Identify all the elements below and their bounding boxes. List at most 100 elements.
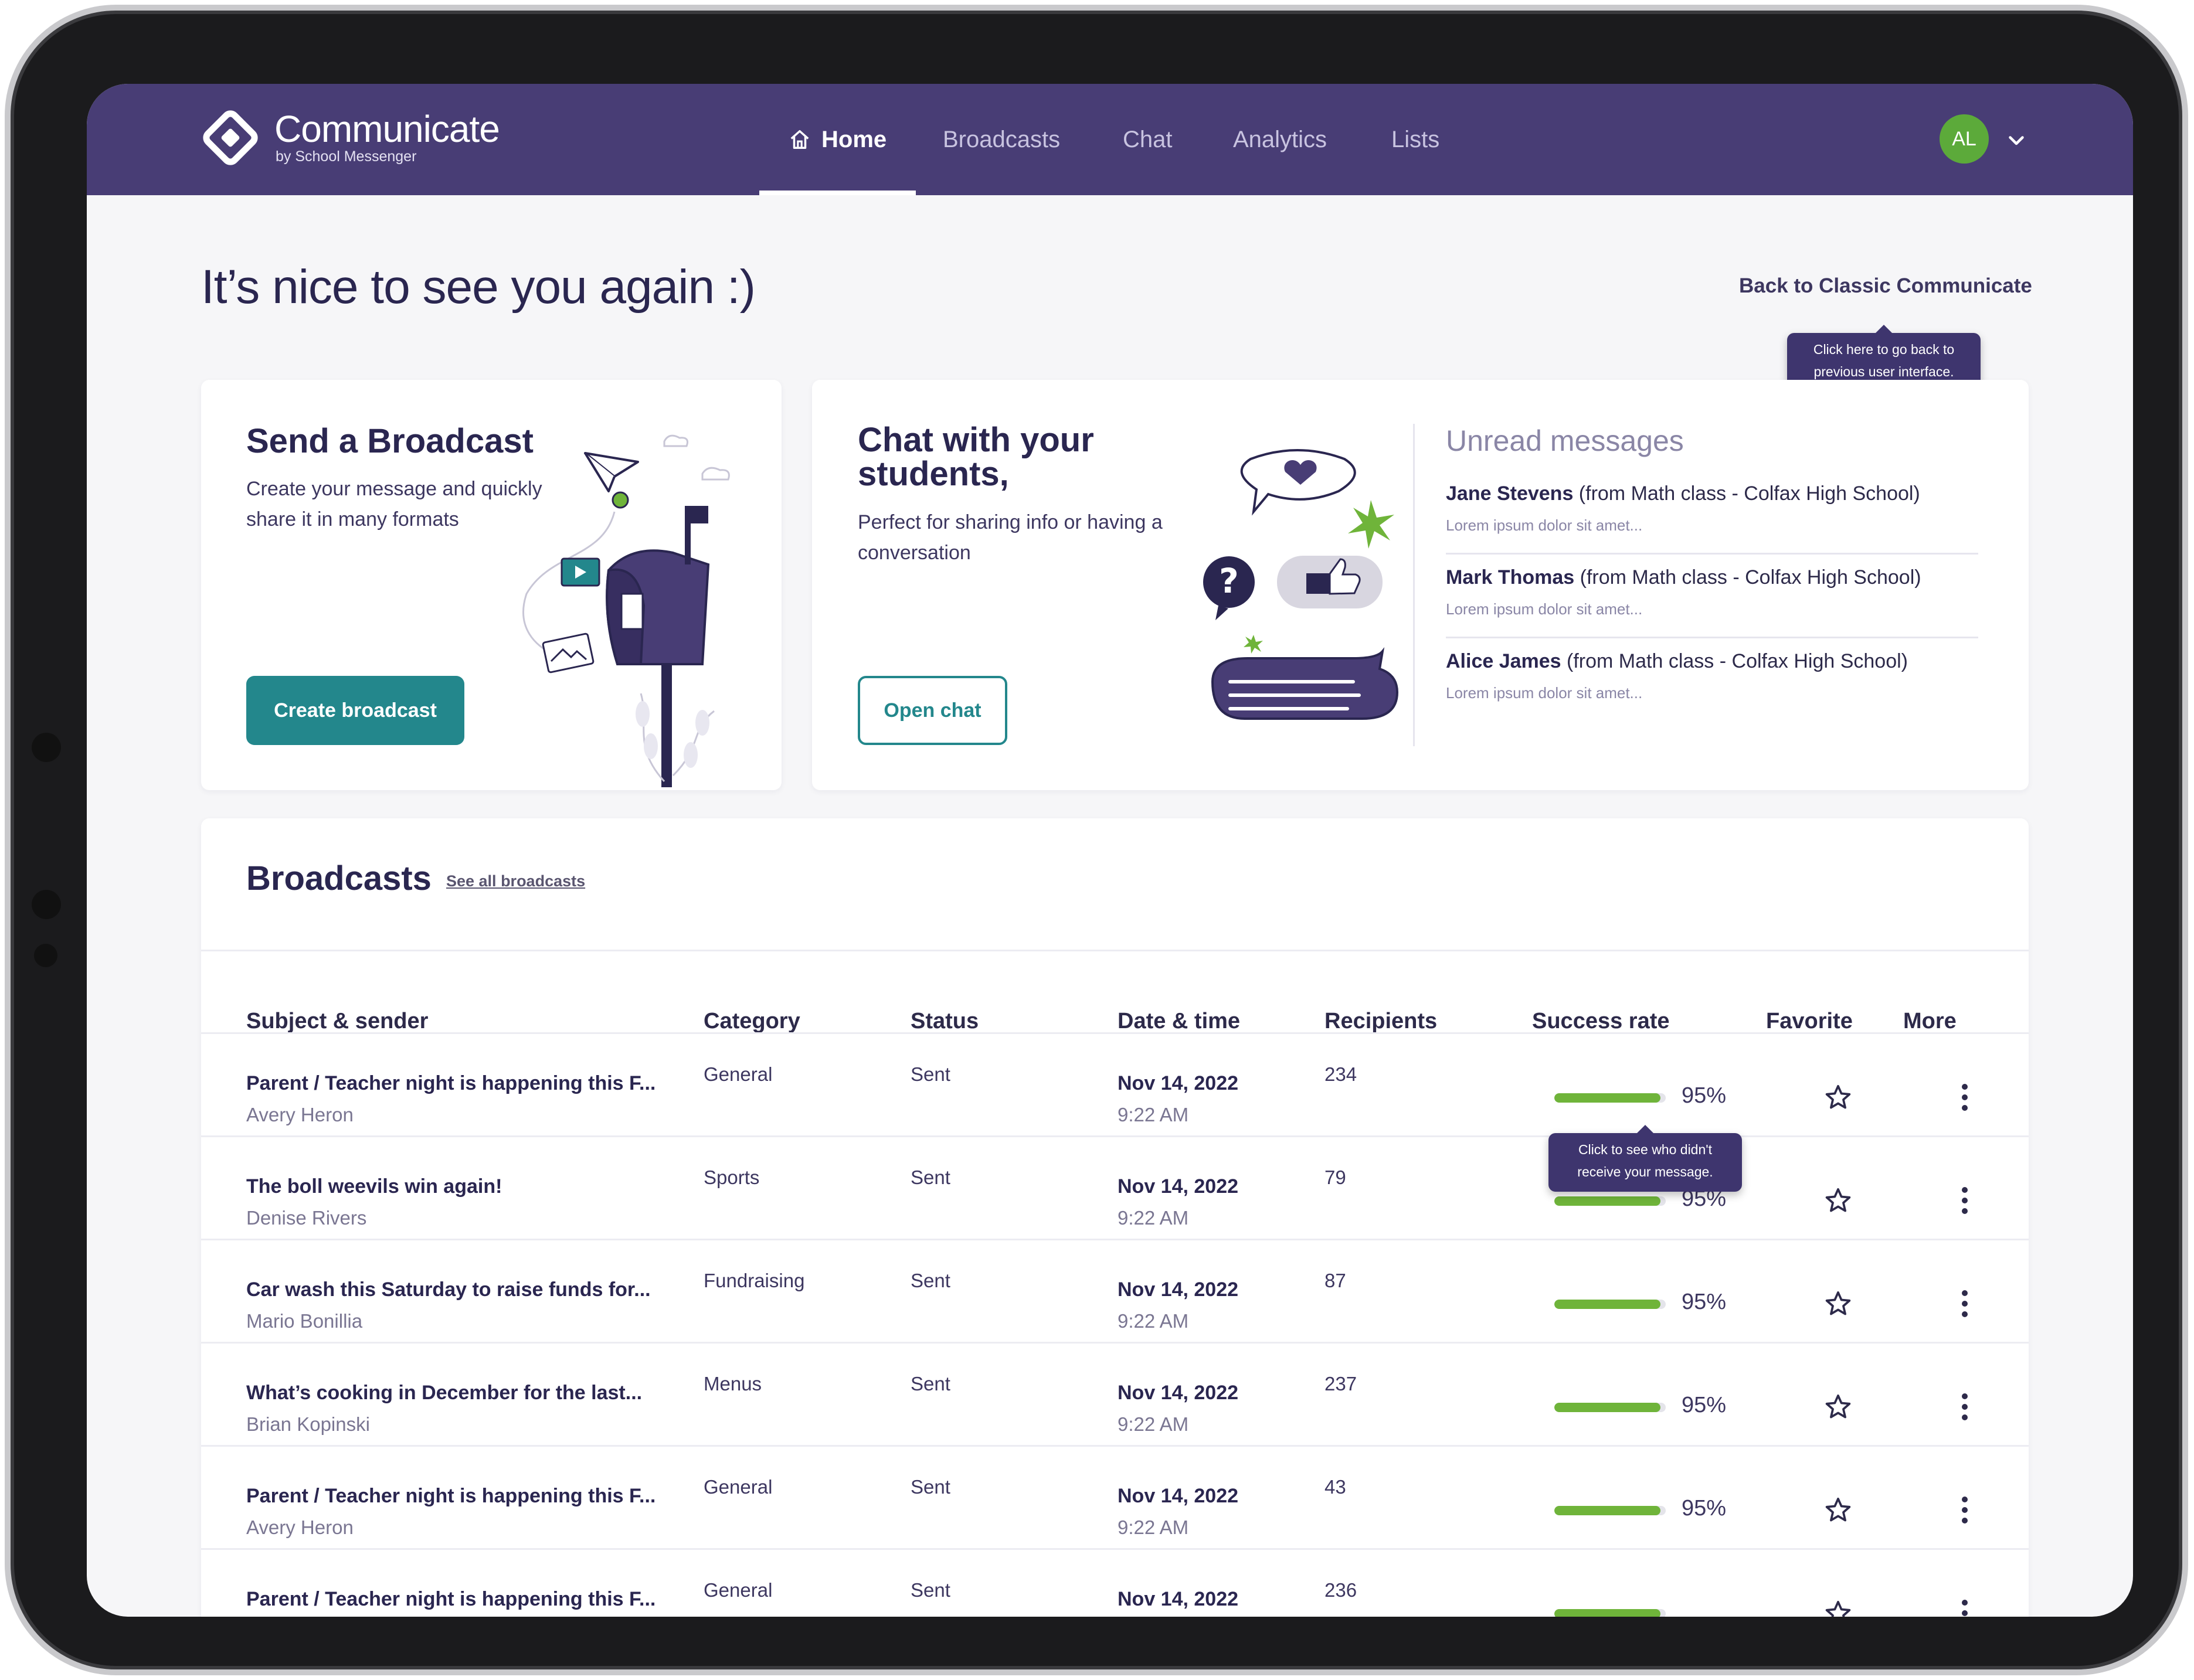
- col-recipients[interactable]: Recipients: [1324, 1009, 1437, 1034]
- row-date: Nov 14, 2022: [1118, 1278, 1239, 1301]
- row-status: Sent: [911, 1063, 950, 1085]
- nav-analytics[interactable]: Analytics: [1233, 122, 1327, 157]
- favorite-star-icon[interactable]: [1823, 1599, 1853, 1617]
- more-options-icon[interactable]: [1961, 1392, 1969, 1421]
- open-chat-button[interactable]: Open chat: [858, 676, 1007, 745]
- success-rate-bar[interactable]: [1554, 1093, 1666, 1103]
- success-rate-bar[interactable]: [1554, 1403, 1666, 1412]
- success-rate-bar[interactable]: [1554, 1300, 1666, 1309]
- more-options-icon[interactable]: [1961, 1599, 1969, 1617]
- chat-card-desc-1: Perfect for sharing info or having a: [858, 511, 1163, 533]
- message-source: (from Math class - Colfax High School): [1561, 650, 1908, 672]
- success-rate-fill: [1554, 1300, 1660, 1309]
- nav-home[interactable]: Home: [789, 122, 887, 157]
- favorite-star-icon[interactable]: [1823, 1289, 1853, 1318]
- nav-chat[interactable]: Chat: [1123, 122, 1173, 157]
- unread-message-item[interactable]: Mark Thomas (from Math class - Colfax Hi…: [1446, 566, 1921, 589]
- chat-bubbles-illustration-icon: ?: [1203, 449, 1399, 720]
- row-success-rate[interactable]: 95%: [1682, 1393, 1726, 1418]
- see-all-broadcasts-link[interactable]: See all broadcasts: [446, 872, 585, 890]
- row-category: General: [704, 1063, 773, 1085]
- app-screen: Communicate by School Messenger Home Bro…: [87, 84, 2133, 1617]
- more-options-icon[interactable]: [1961, 1083, 1969, 1112]
- user-avatar[interactable]: AL: [1940, 114, 1989, 164]
- row-time: 9:22 AM: [1118, 1413, 1189, 1435]
- row-subject[interactable]: Parent / Teacher night is happening this…: [246, 1485, 656, 1508]
- favorite-star-icon[interactable]: [1823, 1083, 1853, 1112]
- table-row-separator: [201, 1342, 2029, 1344]
- success-rate-bar[interactable]: [1554, 1196, 1666, 1206]
- success-rate-fill: [1554, 1506, 1660, 1515]
- message-source: (from Math class - Colfax High School): [1574, 566, 1921, 589]
- back-to-classic-link[interactable]: Back to Classic Communicate: [1739, 274, 2032, 298]
- col-status[interactable]: Status: [911, 1009, 979, 1034]
- success-tooltip-line2: receive your message.: [1577, 1164, 1713, 1179]
- row-status: Sent: [911, 1579, 950, 1601]
- col-category[interactable]: Category: [704, 1009, 800, 1034]
- chat-card-title-2: students,: [858, 455, 1009, 493]
- broadcast-card-desc-1: Create your message and quickly: [246, 478, 542, 500]
- message-sender: Alice James: [1446, 650, 1561, 672]
- table-row-separator: [201, 1032, 2029, 1034]
- col-subject-sender[interactable]: Subject & sender: [246, 1009, 428, 1034]
- row-category: Sports: [704, 1167, 760, 1188]
- chat-card-title-1: Chat with your: [858, 421, 1094, 459]
- tablet-side-button: [34, 944, 57, 967]
- favorite-star-icon[interactable]: [1823, 1392, 1853, 1421]
- more-options-icon[interactable]: [1961, 1186, 1969, 1215]
- chevron-down-icon[interactable]: [2006, 130, 2027, 151]
- create-broadcast-button[interactable]: Create broadcast: [246, 676, 464, 745]
- success-rate-bar[interactable]: [1554, 1609, 1666, 1617]
- success-rate-fill: [1554, 1196, 1660, 1206]
- row-subject[interactable]: Car wash this Saturday to raise funds fo…: [246, 1278, 651, 1301]
- row-subject[interactable]: Parent / Teacher night is happening this…: [246, 1072, 656, 1095]
- row-subject[interactable]: The boll weevils win again!: [246, 1175, 502, 1198]
- row-category: Fundraising: [704, 1270, 805, 1291]
- row-status: Sent: [911, 1373, 950, 1395]
- chat-card-desc-2: conversation: [858, 542, 971, 564]
- mailbox-illustration-icon: [522, 434, 730, 787]
- success-rate-bar[interactable]: [1554, 1506, 1666, 1515]
- nav-lists[interactable]: Lists: [1391, 122, 1439, 157]
- col-more[interactable]: More: [1903, 1009, 1957, 1034]
- nav-broadcasts[interactable]: Broadcasts: [943, 122, 1060, 157]
- row-subject[interactable]: Parent / Teacher night is happening this…: [246, 1588, 656, 1611]
- unread-message-item[interactable]: Alice James (from Math class - Colfax Hi…: [1446, 650, 1908, 673]
- tablet-frame: Communicate by School Messenger Home Bro…: [5, 5, 2188, 1675]
- row-date: Nov 14, 2022: [1118, 1485, 1239, 1507]
- col-date-time[interactable]: Date & time: [1118, 1009, 1240, 1034]
- row-subject[interactable]: What’s cooking in December for the last.…: [246, 1382, 642, 1404]
- message-source: (from Math class - Colfax High School): [1573, 482, 1920, 505]
- row-success-rate[interactable]: 95%: [1682, 1083, 1726, 1108]
- col-favorite[interactable]: Favorite: [1766, 1009, 1853, 1034]
- row-status: Sent: [911, 1270, 950, 1291]
- row-success-rate[interactable]: 95%: [1682, 1496, 1726, 1521]
- row-sender: Avery Heron: [246, 1104, 354, 1125]
- row-recipients: 237: [1324, 1373, 1357, 1395]
- row-recipients: 43: [1324, 1476, 1346, 1498]
- more-options-icon[interactable]: [1961, 1495, 1969, 1525]
- top-header: Communicate by School Messenger Home Bro…: [87, 84, 2133, 195]
- row-time: 9:22 AM: [1118, 1207, 1189, 1229]
- message-separator: [1446, 553, 1978, 555]
- unread-message-item[interactable]: Jane Stevens (from Math class - Colfax H…: [1446, 482, 1920, 505]
- brand-subtitle: by School Messenger: [276, 148, 417, 165]
- table-row-separator: [201, 1239, 2029, 1240]
- row-recipients: 236: [1324, 1579, 1357, 1601]
- row-sender: Avery Heron: [246, 1516, 354, 1538]
- favorite-star-icon[interactable]: [1823, 1186, 1853, 1215]
- success-rate-tooltip: Click to see who didn't receive your mes…: [1548, 1125, 1742, 1192]
- row-success-rate[interactable]: 95%: [1682, 1290, 1726, 1315]
- section-header-separator: [201, 950, 2029, 951]
- more-options-icon[interactable]: [1961, 1289, 1969, 1318]
- tablet-side-button: [32, 733, 61, 762]
- message-preview: Lorem ipsum dolor sit amet...: [1446, 684, 1643, 702]
- success-rate-fill: [1554, 1403, 1660, 1412]
- table-row-separator: [201, 1135, 2029, 1137]
- brand-name: Communicate: [274, 108, 500, 150]
- favorite-star-icon[interactable]: [1823, 1495, 1853, 1525]
- row-recipients: 87: [1324, 1270, 1346, 1291]
- success-rate-fill: [1554, 1093, 1660, 1103]
- message-sender: Jane Stevens: [1446, 482, 1574, 505]
- col-success-rate[interactable]: Success rate: [1532, 1009, 1670, 1034]
